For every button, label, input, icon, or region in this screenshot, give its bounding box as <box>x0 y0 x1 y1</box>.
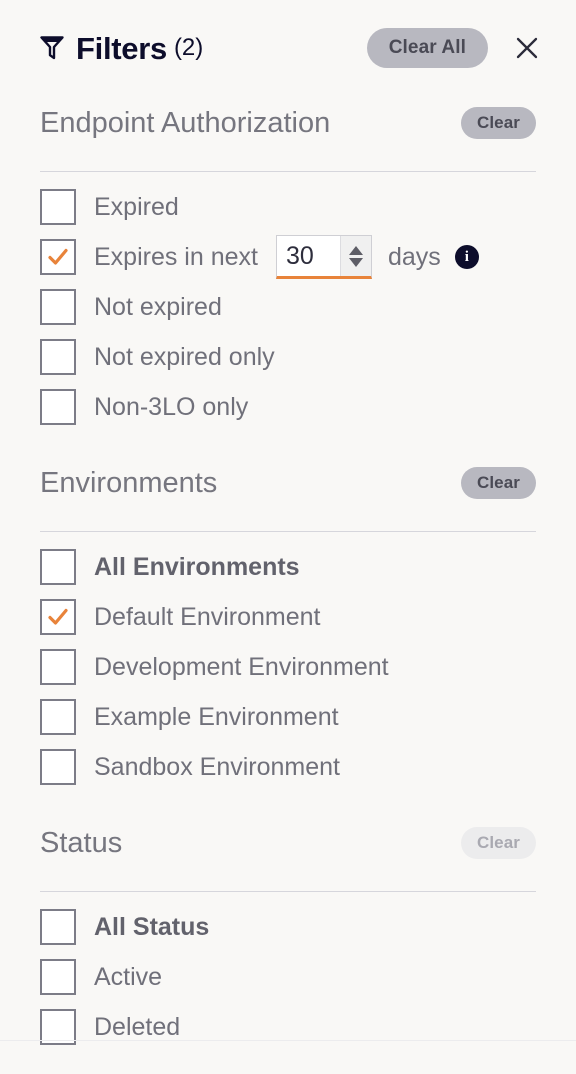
option-row-sandbox-environment[interactable]: Sandbox Environment <box>40 742 536 792</box>
check-icon <box>48 248 68 265</box>
option-row-active[interactable]: Active <box>40 952 536 1002</box>
checkbox-sandbox-environment[interactable] <box>40 749 76 785</box>
checkbox-development-environment[interactable] <box>40 649 76 685</box>
stepper-decrement-icon[interactable] <box>348 257 363 267</box>
stepper-increment-icon[interactable] <box>348 245 363 255</box>
option-label-all-status: All Status <box>94 912 210 941</box>
section-title-endpoint-authorization: Endpoint Authorization <box>40 106 331 139</box>
filters-count: (2) <box>173 34 204 61</box>
days-number-stepper[interactable]: 30 <box>275 235 372 279</box>
clear-all-button[interactable]: Clear All <box>366 28 488 68</box>
clear-button-environments[interactable]: Clear <box>460 467 536 499</box>
checkbox-default-environment[interactable] <box>40 599 76 635</box>
option-row-development-environment[interactable]: Development Environment <box>40 642 536 692</box>
option-label-not-expired: Not expired <box>94 292 222 321</box>
section-title-status: Status <box>40 826 123 859</box>
filters-header: Filters (2) Clear All <box>0 0 576 96</box>
option-row-example-environment[interactable]: Example Environment <box>40 692 536 742</box>
checkbox-all-status[interactable] <box>40 909 76 945</box>
section-endpoint-authorization: Endpoint Authorization Clear Expired Exp… <box>0 96 576 432</box>
option-row-all-status[interactable]: All Status <box>40 902 536 952</box>
option-label-all-environments: All Environments <box>94 552 300 581</box>
close-button[interactable] <box>510 31 544 65</box>
option-label-deleted: Deleted <box>94 1012 181 1041</box>
section-header: Status Clear <box>40 816 536 870</box>
panel-bottom-divider <box>0 1040 576 1041</box>
option-row-all-environments[interactable]: All Environments <box>40 542 536 592</box>
days-unit-label: days <box>387 242 441 271</box>
option-row-not-expired[interactable]: Not expired <box>40 282 536 332</box>
checkbox-active[interactable] <box>40 959 76 995</box>
option-row-not-expired-only[interactable]: Not expired only <box>40 332 536 382</box>
checkbox-all-environments[interactable] <box>40 549 76 585</box>
option-label-expires-in-next: Expires in next <box>94 242 258 271</box>
option-label-expired: Expired <box>94 192 179 221</box>
option-list-endpoint-authorization: Expired Expires in next 30 days i Not ex… <box>40 172 536 432</box>
option-label-example-environment: Example Environment <box>94 702 339 731</box>
checkbox-not-expired-only[interactable] <box>40 339 76 375</box>
page-title: Filters <box>76 30 167 66</box>
option-row-deleted[interactable]: Deleted <box>40 1002 536 1052</box>
option-label-development-environment: Development Environment <box>94 652 389 681</box>
section-header: Endpoint Authorization Clear <box>40 96 536 150</box>
checkbox-example-environment[interactable] <box>40 699 76 735</box>
section-environments: Environments Clear All Environments Defa… <box>0 456 576 792</box>
section-header: Environments Clear <box>40 456 536 510</box>
option-label-non-3lo-only: Non-3LO only <box>94 392 249 421</box>
info-icon[interactable]: i <box>454 245 479 269</box>
checkbox-expires-in-next[interactable] <box>40 239 76 275</box>
section-title-environments: Environments <box>40 466 218 499</box>
clear-button-endpoint-authorization[interactable]: Clear <box>460 107 536 139</box>
checkbox-not-expired[interactable] <box>40 289 76 325</box>
checkbox-expired[interactable] <box>40 189 76 225</box>
checkbox-non-3lo-only[interactable] <box>40 389 76 425</box>
close-icon <box>516 37 538 59</box>
option-label-not-expired-only: Not expired only <box>94 342 275 371</box>
check-icon <box>48 608 68 625</box>
clear-button-status: Clear <box>460 827 536 859</box>
option-row-expired[interactable]: Expired <box>40 182 536 232</box>
option-list-status: All Status Active Deleted <box>40 892 536 1052</box>
filters-panel: Filters (2) Clear All Endpoint Authoriza… <box>0 0 576 1074</box>
option-row-default-environment[interactable]: Default Environment <box>40 592 536 642</box>
option-label-active: Active <box>94 962 163 991</box>
section-status: Status Clear All Status Active Deleted <box>0 816 576 1052</box>
option-list-environments: All Environments Default Environment Dev… <box>40 532 536 792</box>
stepper-buttons[interactable] <box>339 236 371 276</box>
option-label-sandbox-environment: Sandbox Environment <box>94 752 340 781</box>
days-input-value[interactable]: 30 <box>277 236 340 276</box>
filter-funnel-icon <box>40 36 64 60</box>
option-row-non-3lo-only[interactable]: Non-3LO only <box>40 382 536 432</box>
option-row-expires-in-next[interactable]: Expires in next 30 days i <box>40 232 536 282</box>
option-label-default-environment: Default Environment <box>94 602 321 631</box>
